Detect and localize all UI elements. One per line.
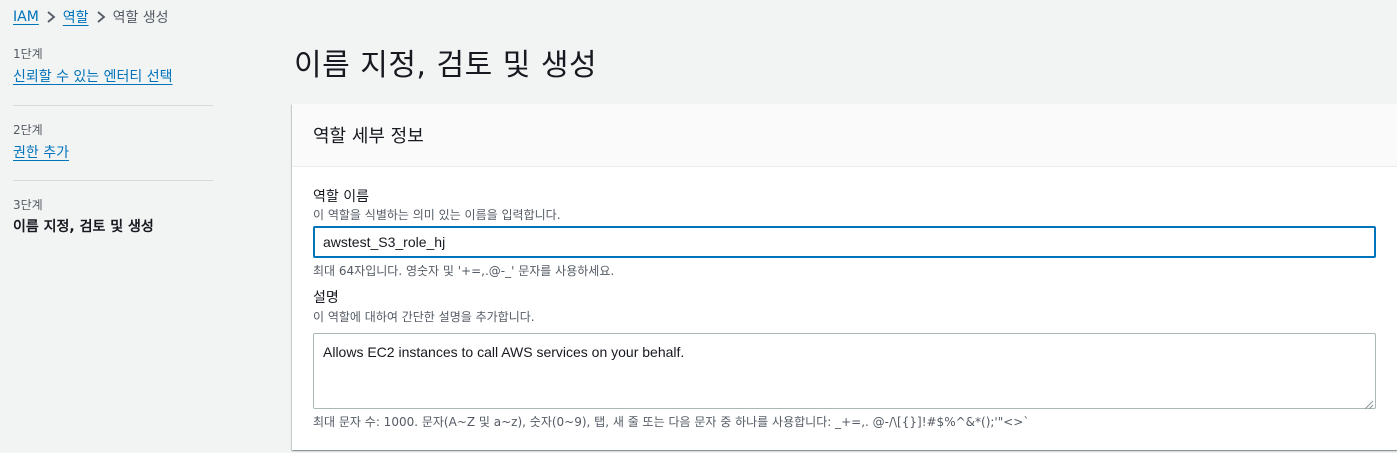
wizard-step-2: 2단계 권한 추가 [13, 106, 213, 181]
role-details-panel: 역할 세부 정보 역할 이름 이 역할을 식별하는 의미 있는 이름을 입력합니… [292, 104, 1397, 450]
wizard-step-3: 3단계 이름 지정, 검토 및 생성 [13, 181, 213, 237]
breadcrumb-link-roles[interactable]: 역할 [63, 7, 89, 27]
page-title: 이름 지정, 검토 및 생성 [294, 48, 598, 83]
step-number: 3단계 [13, 198, 43, 212]
step-link-add-permissions[interactable]: 권한 추가 [13, 145, 69, 161]
description-help: 이 역할에 대하여 간단한 설명을 추가합니다. [313, 310, 535, 324]
breadcrumb-current: 역할 생성 [112, 10, 169, 26]
chevron-right-icon [39, 11, 63, 23]
wizard-steps: 1단계 신뢰할 수 있는 엔터티 선택 2단계 권한 추가 3단계 이름 지정,… [13, 46, 213, 237]
step-number: 1단계 [13, 47, 43, 61]
description-label: 설명 [313, 290, 339, 306]
step-link-select-trusted-entity[interactable]: 신뢰할 수 있는 엔터티 선택 [13, 69, 172, 85]
step-current-label: 이름 지정, 검토 및 생성 [13, 219, 154, 235]
role-name-input[interactable] [313, 226, 1376, 258]
description-constraint: 최대 문자 수: 1000. 문자(A~Z 및 a~z), 숫자(0~9), 탭… [313, 415, 1030, 429]
description-textarea[interactable]: Allows EC2 instances to call AWS service… [313, 333, 1376, 409]
role-name-constraint: 최대 64자입니다. 영숫자 및 '+=,.@-_' 문자를 사용하세요. [313, 264, 615, 278]
chevron-right-icon [89, 11, 113, 23]
panel-header: 역할 세부 정보 [292, 104, 1397, 167]
step-number: 2단계 [13, 123, 43, 137]
role-name-description: 이 역할을 식별하는 의미 있는 이름을 입력합니다. [313, 208, 561, 222]
role-name-label: 역할 이름 [313, 189, 369, 205]
wizard-step-1: 1단계 신뢰할 수 있는 엔터티 선택 [13, 46, 213, 106]
breadcrumb-link-iam[interactable]: IAM [13, 9, 39, 25]
breadcrumb: IAM 역할 역할 생성 [13, 6, 169, 28]
resize-handle-icon[interactable] [1362, 395, 1374, 410]
